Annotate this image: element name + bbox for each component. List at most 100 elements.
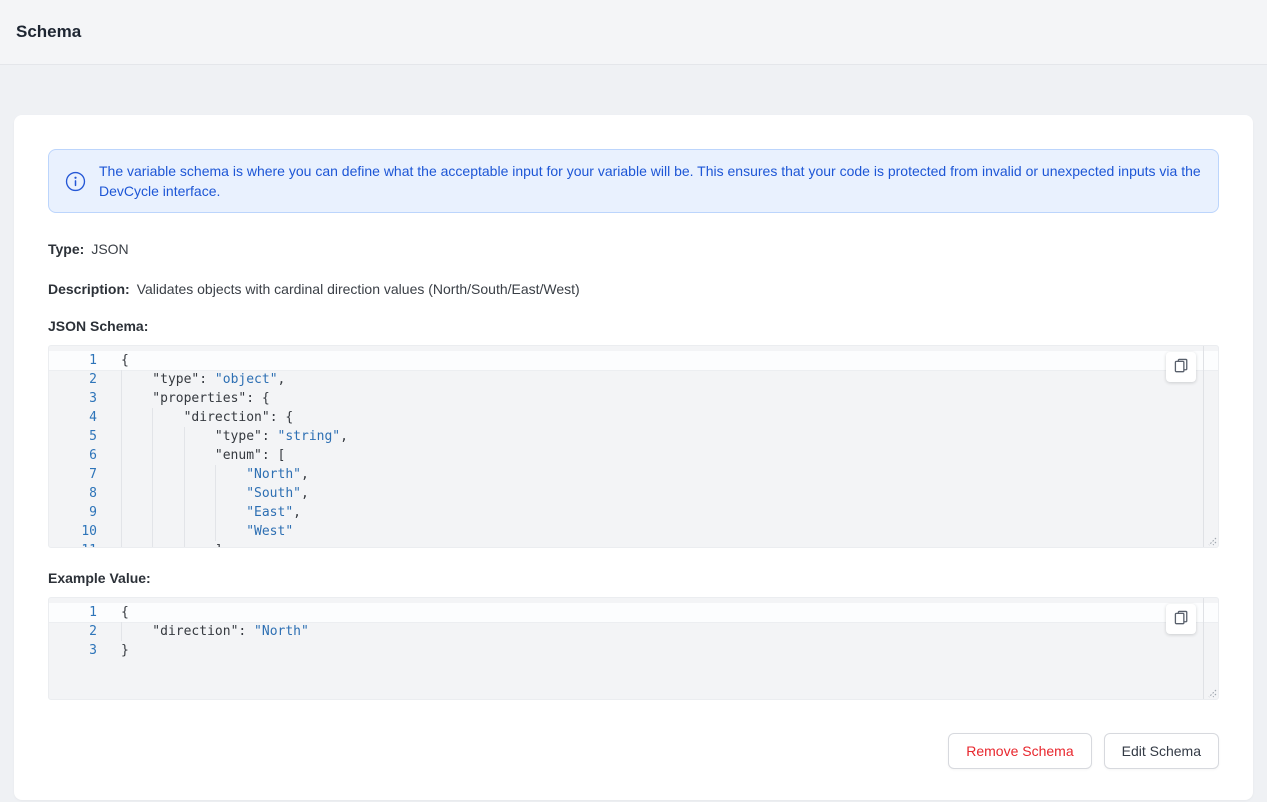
schema-card: The variable schema is where you can def… — [14, 115, 1253, 800]
indent-guide — [152, 465, 183, 484]
scrollbar-track[interactable] — [1203, 598, 1204, 699]
code-line: 1{ — [49, 603, 1218, 622]
indent-guide — [121, 503, 152, 522]
line-number: 10 — [49, 522, 97, 541]
indent-guide — [215, 484, 246, 503]
line-number: 2 — [49, 370, 97, 389]
code-text: { — [121, 351, 129, 370]
resize-handle[interactable] — [1204, 533, 1217, 546]
code-line: 6 "enum": [ — [49, 446, 1218, 465]
code-line: 2 "direction": "North" — [49, 622, 1218, 641]
code-text: "South", — [121, 484, 309, 503]
code-text: "West" — [121, 522, 293, 541]
code-text: "type": "object", — [121, 370, 285, 389]
code-text: ] — [121, 541, 223, 548]
json-schema-editor[interactable]: 1{2 "type": "object",3 "properties": {4 … — [48, 345, 1219, 548]
indent-guide — [121, 484, 152, 503]
indent-guide — [215, 503, 246, 522]
indent-guide — [152, 522, 183, 541]
code-text: } — [121, 641, 129, 660]
line-number: 7 — [49, 465, 97, 484]
indent-guide — [184, 427, 215, 446]
footer-actions: Remove Schema Edit Schema — [48, 733, 1219, 769]
indent-guide — [121, 427, 152, 446]
code-line: 11 ] — [49, 541, 1218, 548]
code-line: 10 "West" — [49, 522, 1218, 541]
info-circle-icon — [65, 171, 86, 192]
indent-guide — [184, 484, 215, 503]
indent-guide — [152, 408, 183, 427]
indent-guide — [215, 465, 246, 484]
code-line: 2 "type": "object", — [49, 370, 1218, 389]
code-line: 3 "properties": { — [49, 389, 1218, 408]
code-line: 1{ — [49, 351, 1218, 370]
code-line: 7 "North", — [49, 465, 1218, 484]
code-body: 1{2 "direction": "North"3} — [49, 598, 1218, 660]
type-value: JSON — [91, 241, 128, 257]
code-text: "direction": "North" — [121, 622, 309, 641]
code-line: 4 "direction": { — [49, 408, 1218, 427]
indent-guide — [215, 522, 246, 541]
copy-button[interactable] — [1166, 604, 1196, 634]
line-number: 1 — [49, 351, 97, 370]
description-value: Validates objects with cardinal directio… — [137, 281, 580, 297]
line-number: 5 — [49, 427, 97, 446]
indent-guide — [121, 446, 152, 465]
resize-handle[interactable] — [1204, 685, 1217, 698]
indent-guide — [121, 408, 152, 427]
line-number: 11 — [49, 541, 97, 548]
line-number: 3 — [49, 641, 97, 660]
indent-guide — [152, 541, 183, 548]
indent-guide — [152, 503, 183, 522]
code-text: "properties": { — [121, 389, 270, 408]
indent-guide — [184, 465, 215, 484]
code-line: 5 "type": "string", — [49, 427, 1218, 446]
copy-icon — [1174, 358, 1189, 376]
indent-guide — [184, 446, 215, 465]
indent-guide — [152, 484, 183, 503]
code-line: 9 "East", — [49, 503, 1218, 522]
indent-guide — [121, 389, 152, 408]
line-number: 4 — [49, 408, 97, 427]
code-text: "East", — [121, 503, 301, 522]
line-number: 8 — [49, 484, 97, 503]
code-text: "North", — [121, 465, 309, 484]
page-title: Schema — [16, 22, 81, 42]
indent-guide — [121, 522, 152, 541]
code-text: "enum": [ — [121, 446, 285, 465]
type-label: Type: — [48, 241, 84, 257]
code-body: 1{2 "type": "object",3 "properties": {4 … — [49, 346, 1218, 548]
description-label: Description: — [48, 281, 130, 297]
indent-guide — [121, 622, 152, 641]
description-field: Description: Validates objects with cardi… — [48, 278, 1219, 300]
copy-button[interactable] — [1166, 352, 1196, 382]
scrollbar-track[interactable] — [1203, 346, 1204, 547]
info-alert: The variable schema is where you can def… — [48, 149, 1219, 213]
line-number: 6 — [49, 446, 97, 465]
indent-guide — [184, 503, 215, 522]
code-text: { — [121, 603, 129, 622]
type-field: Type: JSON — [48, 238, 1219, 260]
remove-schema-button[interactable]: Remove Schema — [948, 733, 1091, 769]
example-value-editor[interactable]: 1{2 "direction": "North"3} — [48, 597, 1219, 700]
line-number: 9 — [49, 503, 97, 522]
indent-guide — [121, 370, 152, 389]
example-value-label: Example Value: — [48, 567, 1219, 589]
json-schema-label: JSON Schema: — [48, 315, 1219, 337]
line-number: 2 — [49, 622, 97, 641]
indent-guide — [184, 541, 215, 548]
indent-guide — [121, 465, 152, 484]
line-number: 1 — [49, 603, 97, 622]
alert-text: The variable schema is where you can def… — [99, 161, 1202, 201]
indent-guide — [184, 522, 215, 541]
edit-schema-button[interactable]: Edit Schema — [1104, 733, 1219, 769]
indent-guide — [121, 541, 152, 548]
code-text: "type": "string", — [121, 427, 348, 446]
code-text: "direction": { — [121, 408, 293, 427]
page-header: Schema — [0, 0, 1267, 65]
code-line: 8 "South", — [49, 484, 1218, 503]
copy-icon — [1174, 610, 1189, 628]
line-number: 3 — [49, 389, 97, 408]
code-line: 3} — [49, 641, 1218, 660]
indent-guide — [152, 446, 183, 465]
